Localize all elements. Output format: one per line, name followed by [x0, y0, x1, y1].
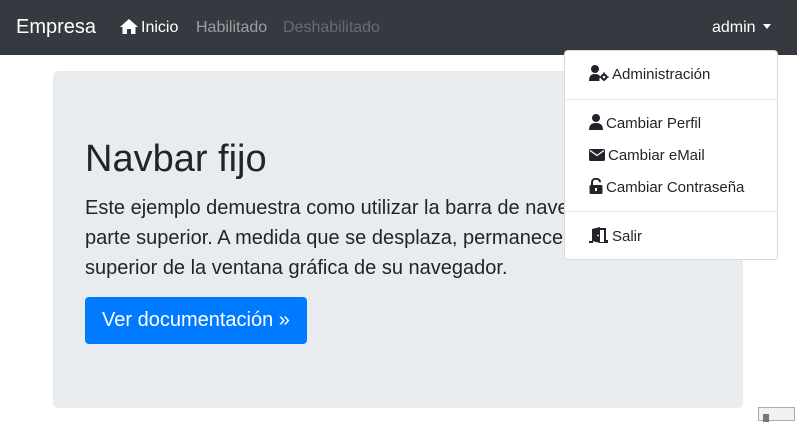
- menu-item-change-email-label: Cambiar eMail: [608, 147, 705, 164]
- menu-item-change-email[interactable]: Cambiar eMail: [589, 146, 705, 166]
- menu-item-administration[interactable]: Administración: [589, 65, 710, 85]
- home-icon: [120, 19, 138, 34]
- envelope-icon: [589, 149, 605, 161]
- view-docs-button[interactable]: Ver documentación »: [85, 297, 307, 344]
- user-menu-toggle[interactable]: admin: [712, 18, 771, 38]
- user-cog-icon: [589, 65, 609, 82]
- user-icon: [589, 114, 603, 130]
- menu-item-logout-label: Salir: [612, 228, 643, 245]
- menu-item-change-password-label: Cambiar Contraseña: [606, 179, 745, 196]
- nav-link-disabled: Deshabilitado: [283, 19, 380, 36]
- menu-item-change-profile[interactable]: Cambiar Perfil: [589, 114, 701, 134]
- nav-link-enabled[interactable]: Habilitado: [196, 18, 267, 38]
- caret-down-icon: [762, 24, 771, 29]
- user-dropdown-menu: Administración Cambiar Perfil Cambiar eM…: [564, 50, 778, 260]
- menu-item-administration-label: Administración: [612, 66, 711, 83]
- top-navbar: Empresa Inicio Habilitado Deshabilitado …: [0, 0, 797, 55]
- corner-resize-handle[interactable]: [758, 407, 795, 422]
- user-name: admin: [712, 19, 756, 36]
- nav-link-home-label: Inicio: [141, 19, 179, 36]
- nav-link-home[interactable]: Inicio: [120, 18, 178, 38]
- menu-item-change-password[interactable]: Cambiar Contraseña: [589, 177, 745, 198]
- brand-link[interactable]: Empresa: [16, 14, 96, 40]
- jumbotron-title: Navbar fijo: [85, 138, 267, 180]
- menu-divider: [565, 211, 777, 212]
- menu-divider: [565, 99, 777, 100]
- door-exit-icon: [589, 227, 608, 244]
- menu-item-logout[interactable]: Salir: [589, 227, 642, 247]
- unlock-icon: [589, 177, 603, 194]
- menu-item-change-profile-label: Cambiar Perfil: [606, 115, 702, 132]
